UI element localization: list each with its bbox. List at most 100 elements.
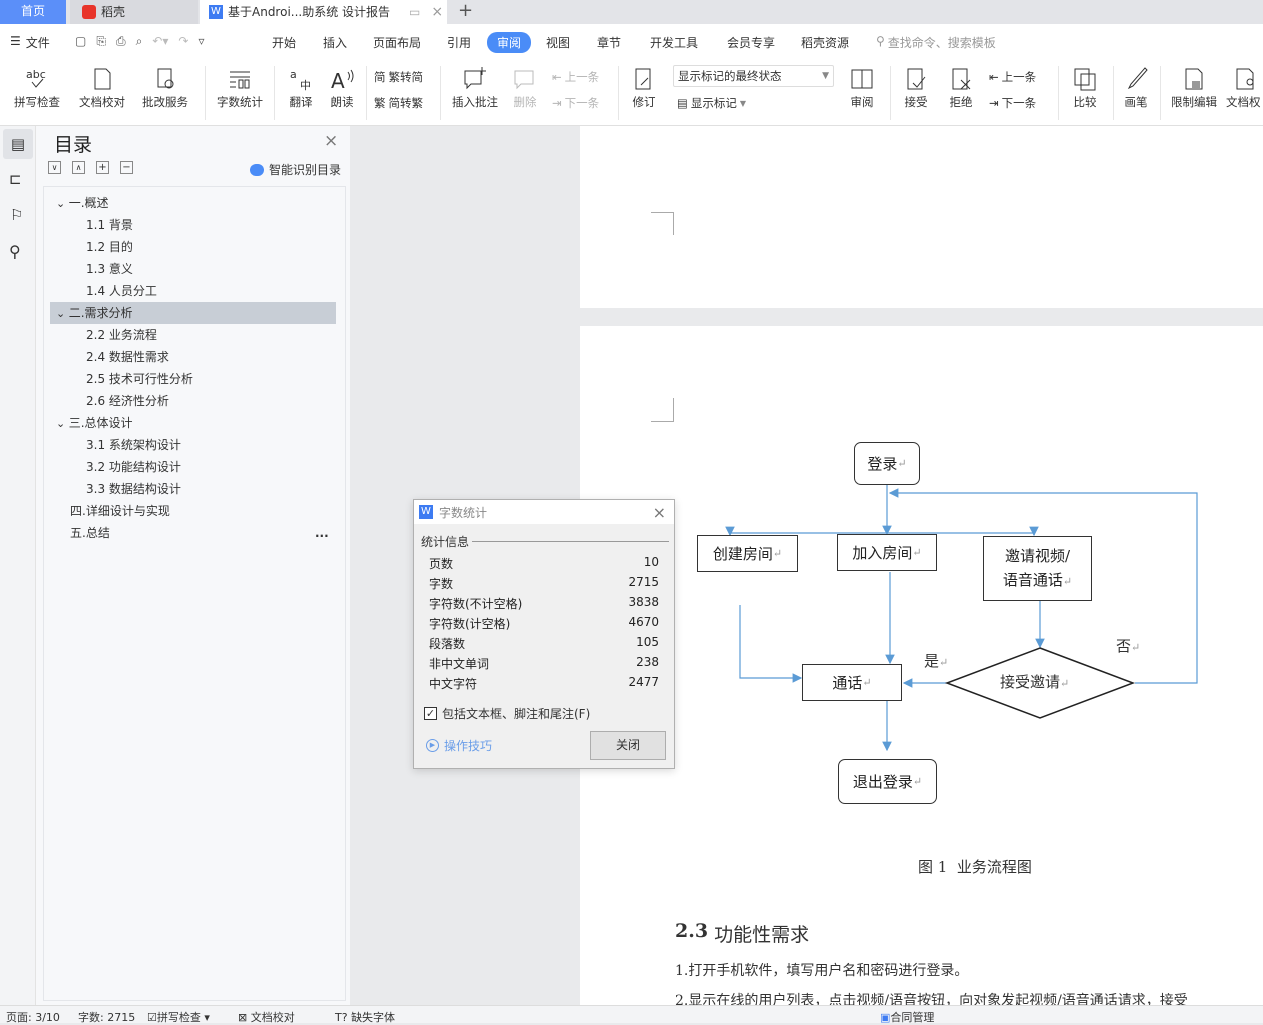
toc-item-label: 四.详细设计与实现 [70, 504, 170, 518]
menu-daoke-resources[interactable]: 稻壳资源 [801, 34, 849, 51]
more-icon[interactable]: ... [315, 526, 329, 540]
insert-comment-button[interactable]: 插入批注 [448, 66, 502, 110]
label: 是 [924, 652, 940, 670]
remove-level-icon[interactable]: − [120, 161, 133, 174]
toc-item[interactable]: 1.3 意义 [50, 258, 336, 280]
close-icon[interactable]: × [324, 131, 338, 151]
trad-simp-icon: 简 [374, 70, 386, 84]
toc-item[interactable]: 2.4 数据性需求 [50, 346, 336, 368]
menu-review[interactable]: 审阅 [487, 32, 532, 53]
review-pane-icon [851, 69, 873, 89]
translate-button[interactable]: a 中翻译 [283, 66, 319, 110]
close-icon[interactable]: × [653, 503, 666, 522]
label: 显示标记 [690, 96, 737, 110]
collapse-all-icon[interactable]: ∨ [48, 161, 61, 174]
section-label: 统计信息 [421, 535, 470, 549]
toc-item[interactable]: 2.2 业务流程 [50, 324, 336, 346]
proofread-button[interactable]: 文档校对 [76, 66, 128, 110]
read-aloud-button[interactable]: A 朗读 [327, 66, 357, 110]
stat-value: 105 [636, 635, 659, 649]
toc-item[interactable]: 1.2 目的 [50, 236, 336, 258]
simp-to-trad-button[interactable]: 繁简转繁 [374, 95, 423, 111]
document-page[interactable]: 登录 ↵ 创建房间 ↵ 加入房间 ↵ 邀请视频/语音通话↵ 通话 ↵ 接受邀请↵ 是↵ … [580, 326, 1263, 1005]
customize-icon[interactable]: ▿ [198, 34, 204, 49]
toc-panel-icon[interactable]: ▤ [3, 129, 33, 159]
menu-section[interactable]: 章节 [597, 34, 621, 51]
toc-item[interactable]: 1.1 背景 [50, 214, 336, 236]
expand-up-icon[interactable]: ∧ [72, 161, 85, 174]
toc-item[interactable]: 2.6 经济性分析 [50, 390, 336, 412]
menu-view[interactable]: 视图 [546, 34, 570, 51]
export-icon[interactable]: ⎘ [96, 34, 106, 49]
save-icon[interactable]: ▢ [75, 34, 86, 49]
prev-comment-button[interactable]: ⇤ 上一条 [552, 69, 599, 85]
label: 下一条 [564, 96, 600, 110]
label: 简转繁 [388, 96, 424, 110]
track-changes-button[interactable]: 修订 [626, 66, 662, 110]
pin-icon[interactable]: ▭ [409, 1, 420, 23]
review-service-button[interactable]: 批改服务 [136, 66, 194, 110]
chevron-down-icon[interactable]: ⌄ [56, 417, 69, 430]
menu-devtools[interactable]: 开发工具 [650, 34, 698, 51]
menu-start[interactable]: 开始 [272, 34, 296, 51]
smart-toc-button[interactable]: 智能识别目录 [250, 161, 341, 178]
toc-item[interactable]: 3.2 功能结构设计 [50, 456, 336, 478]
toc-item[interactable]: 3.1 系统架构设计 [50, 434, 336, 456]
tab-daoke[interactable]: 稻壳 [70, 0, 198, 24]
pen-button[interactable]: 画笔 [1120, 66, 1152, 110]
chevron-down-icon[interactable]: ⌄ [56, 197, 69, 210]
spell-check-button[interactable]: abc 拼写检查 [6, 66, 68, 110]
redo-icon[interactable]: ↷ [178, 34, 188, 49]
menu-member[interactable]: 会员专享 [727, 34, 775, 51]
include-textbox-checkbox[interactable]: ✓ 包括文本框、脚注和尾注(F) [424, 705, 590, 722]
label: 文档校对 [79, 95, 125, 109]
toc-item[interactable]: ⌄ 一.概述 [50, 192, 336, 214]
word-count-button[interactable]: 字数统计 [214, 66, 266, 110]
show-markup-button[interactable]: ▤ 显示标记 ▼ [677, 95, 746, 111]
toc-item[interactable]: 1.4 人员分工 [50, 280, 336, 302]
tab-document[interactable]: W 基于Androi...助系统 设计报告 ▭ × [200, 0, 447, 24]
review-pane-button[interactable]: 审阅 [842, 66, 882, 110]
trad-to-simp-button[interactable]: 简繁转简 [374, 69, 423, 85]
accept-button[interactable]: 接受 [897, 66, 935, 110]
search-icon[interactable]: ⚲ [9, 242, 21, 261]
toc-item[interactable]: 3.3 数据结构设计 [50, 478, 336, 500]
next-change-button[interactable]: ⇥ 下一条 [989, 95, 1036, 111]
tab-home[interactable]: 首页 [0, 0, 66, 24]
compare-button[interactable]: 比较 [1066, 66, 1104, 110]
next-comment-button[interactable]: ⇥ 下一条 [552, 95, 599, 111]
menu-insert[interactable]: 插入 [323, 34, 347, 51]
chapter-nav-icon[interactable]: ⊏ [9, 170, 22, 188]
dialog-titlebar[interactable]: W 字数统计 × [414, 500, 674, 524]
undo-icon[interactable]: ↶▾ [152, 34, 168, 49]
print-icon[interactable]: ⎙ [116, 34, 126, 49]
toc-item[interactable]: 五.总结 [50, 522, 336, 544]
add-level-icon[interactable]: + [96, 161, 109, 174]
close-tab-icon[interactable]: × [431, 1, 443, 23]
return-mark: ↵ [897, 456, 907, 470]
file-menu[interactable]: ☰ 文件 [10, 34, 50, 51]
reject-button[interactable]: 拒绝 [942, 66, 980, 110]
toc-item[interactable]: ⌄ 二.需求分析 [50, 302, 336, 324]
new-tab-button[interactable]: + [458, 0, 473, 24]
menu-reference[interactable]: 引用 [447, 34, 471, 51]
prev-change-icon: ⇤ [989, 70, 999, 84]
delete-comment-button[interactable]: 删除 [506, 66, 544, 110]
label: 上一条 [1001, 70, 1037, 84]
bookmark-icon[interactable]: ⚐ [10, 206, 23, 224]
toc-item[interactable]: ⌄ 三.总体设计 [50, 412, 336, 434]
print-preview-icon[interactable]: ⌕ [136, 34, 143, 49]
tips-link[interactable]: ▶ 操作技巧 [426, 737, 492, 754]
command-search[interactable]: ⚲ 查找命令、搜索模板 [876, 34, 996, 51]
menu-layout[interactable]: 页面布局 [373, 34, 421, 51]
hamburger-icon: ☰ [10, 34, 21, 48]
toc-item[interactable]: 四.详细设计与实现 [50, 500, 336, 522]
toc-item[interactable]: 2.5 技术可行性分析 [50, 368, 336, 390]
node-label: 语音通话 [1002, 570, 1063, 589]
doc-rights-button[interactable]: 文档权 [1226, 66, 1263, 110]
chevron-down-icon[interactable]: ⌄ [56, 307, 69, 320]
markup-state-select[interactable]: 显示标记的最终状态 ▼ [673, 65, 834, 87]
restrict-edit-button[interactable]: 限制编辑 [1167, 66, 1221, 110]
prev-change-button[interactable]: ⇤ 上一条 [989, 69, 1036, 85]
close-button[interactable]: 关闭 [590, 731, 666, 760]
